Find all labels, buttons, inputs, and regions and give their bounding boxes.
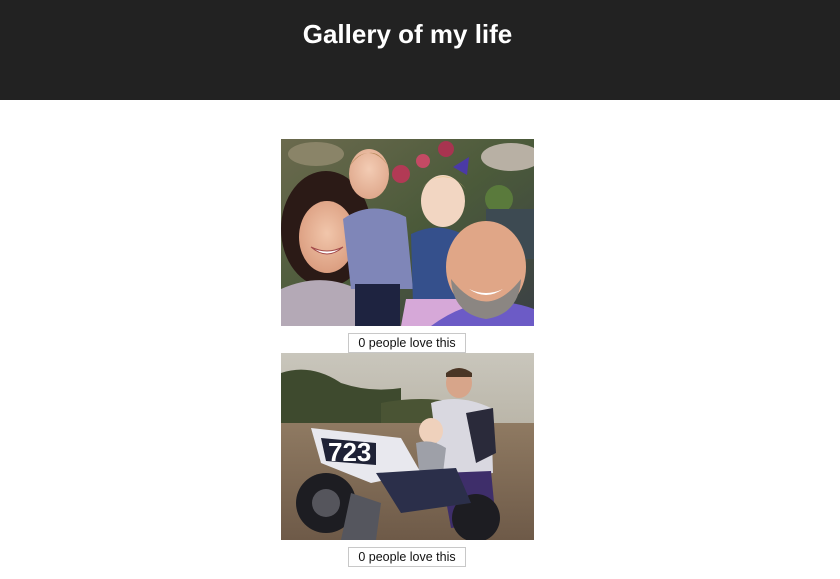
page-title: Gallery of my life — [302, 19, 513, 49]
svg-text:723: 723 — [328, 437, 371, 467]
love-button[interactable]: 0 people love this — [348, 547, 466, 567]
family-selfie-photo — [281, 139, 534, 326]
page-header: Gallery of my life — [0, 0, 840, 100]
love-button[interactable]: 0 people love this — [348, 333, 466, 353]
dirt-bike-photo: 723 — [281, 353, 534, 540]
